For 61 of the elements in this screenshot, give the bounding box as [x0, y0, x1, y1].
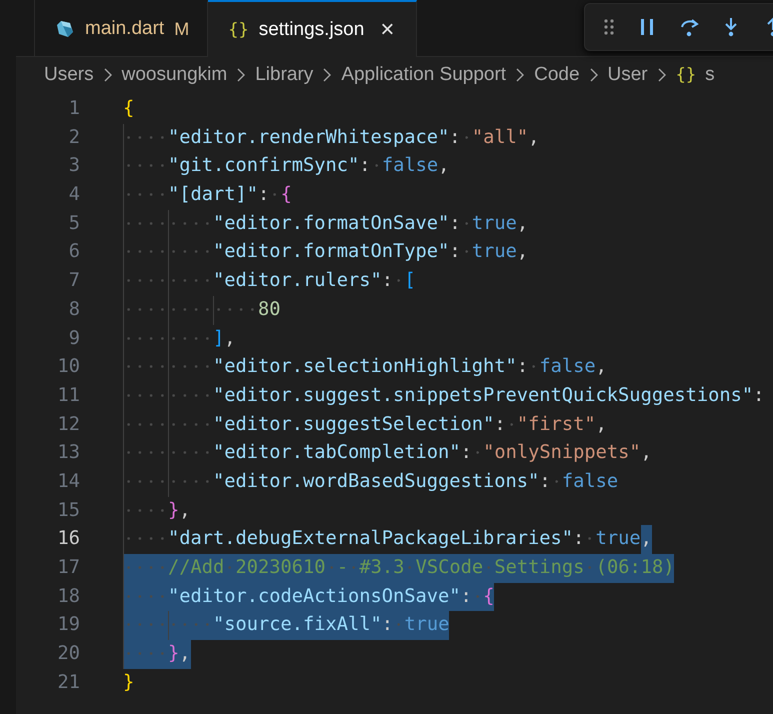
code-line: "editor.suggest.snippetsPreventQuickSuggestions":: [123, 382, 764, 411]
line-number: 7: [68, 269, 80, 294]
line-number: 19: [56, 613, 80, 638]
code-line: "editor.tabCompletion": "onlySnippets",: [123, 439, 652, 468]
chevron-right-icon: [322, 67, 332, 83]
breadcrumb-item[interactable]: Application Support: [341, 64, 506, 86]
line-number: 9: [68, 326, 80, 350]
code-line: "editor.formatOnType": true,: [123, 238, 528, 268]
close-button[interactable]: ×: [380, 18, 394, 42]
json-braces-icon: {}: [676, 65, 696, 85]
modified-status: M: [174, 18, 190, 40]
breadcrumb-item[interactable]: User: [608, 64, 648, 86]
breadcrumb-item[interactable]: woosungkim: [122, 64, 228, 86]
code-line: "editor.suggestSelection": "first",: [123, 410, 607, 440]
code-line: },: [123, 496, 191, 526]
code-line: "source.fixAll": true: [123, 611, 450, 640]
breadcrumb-item[interactable]: Library: [255, 64, 314, 86]
code-line: "editor.formatOnSave": true,: [123, 210, 528, 238]
code-line: },: [123, 640, 191, 669]
chevron-right-icon: [236, 67, 246, 83]
line-number: 2: [68, 126, 80, 150]
code-line: }: [123, 670, 134, 695]
code-line: "editor.selectionHighlight": false,: [123, 353, 607, 382]
chevron-right-icon: [588, 67, 599, 83]
code-line: 80: [123, 296, 281, 324]
line-number: 8: [68, 298, 80, 322]
line-number: 12: [56, 412, 80, 437]
line-number: 13: [56, 441, 80, 466]
line-number: 14: [56, 470, 80, 494]
drag-handle-icon: [603, 17, 615, 37]
code-line: "editor.renderWhitespace": "all",: [123, 124, 540, 152]
editor-tab[interactable]: {} settings.json ×: [208, 0, 418, 57]
code-line: "[dart]": {: [123, 181, 292, 210]
chevron-right-icon: [102, 67, 113, 83]
line-number: 5: [68, 212, 80, 236]
line-number: 3: [68, 154, 80, 178]
json-braces-icon: {}: [228, 20, 249, 40]
line-number: 1: [68, 97, 80, 121]
breadcrumb-item[interactable]: Code: [534, 64, 580, 86]
chevron-right-icon: [515, 67, 526, 83]
line-number: 11: [56, 384, 80, 408]
code-line: "editor.codeActionsOnSave": {: [123, 582, 494, 612]
line-number: 17: [56, 556, 80, 580]
code-line: {: [123, 97, 134, 121]
line-number: 10: [56, 355, 80, 380]
code-line: "dart.debugExternalPackageLibraries": true,: [123, 525, 652, 554]
chevron-right-icon: [656, 67, 667, 83]
step-over-icon[interactable]: [679, 17, 699, 37]
line-number: 15: [56, 498, 80, 523]
line-number: 18: [56, 584, 80, 609]
breadcrumb-item[interactable]: s: [705, 64, 715, 86]
line-number: 4: [68, 183, 80, 208]
line-number: 6: [68, 240, 80, 264]
line-number: 20: [56, 642, 80, 666]
dart-icon: [55, 19, 75, 39]
code-line: "git.confirmSync": false,: [123, 152, 450, 182]
line-number: 16: [56, 527, 80, 552]
code-line: "editor.rulers": [: [123, 267, 416, 296]
code-line: "editor.wordBasedSuggestions": false: [123, 468, 618, 497]
breadcrumb-item[interactable]: Users: [44, 64, 94, 86]
line-number: 21: [56, 670, 80, 695]
